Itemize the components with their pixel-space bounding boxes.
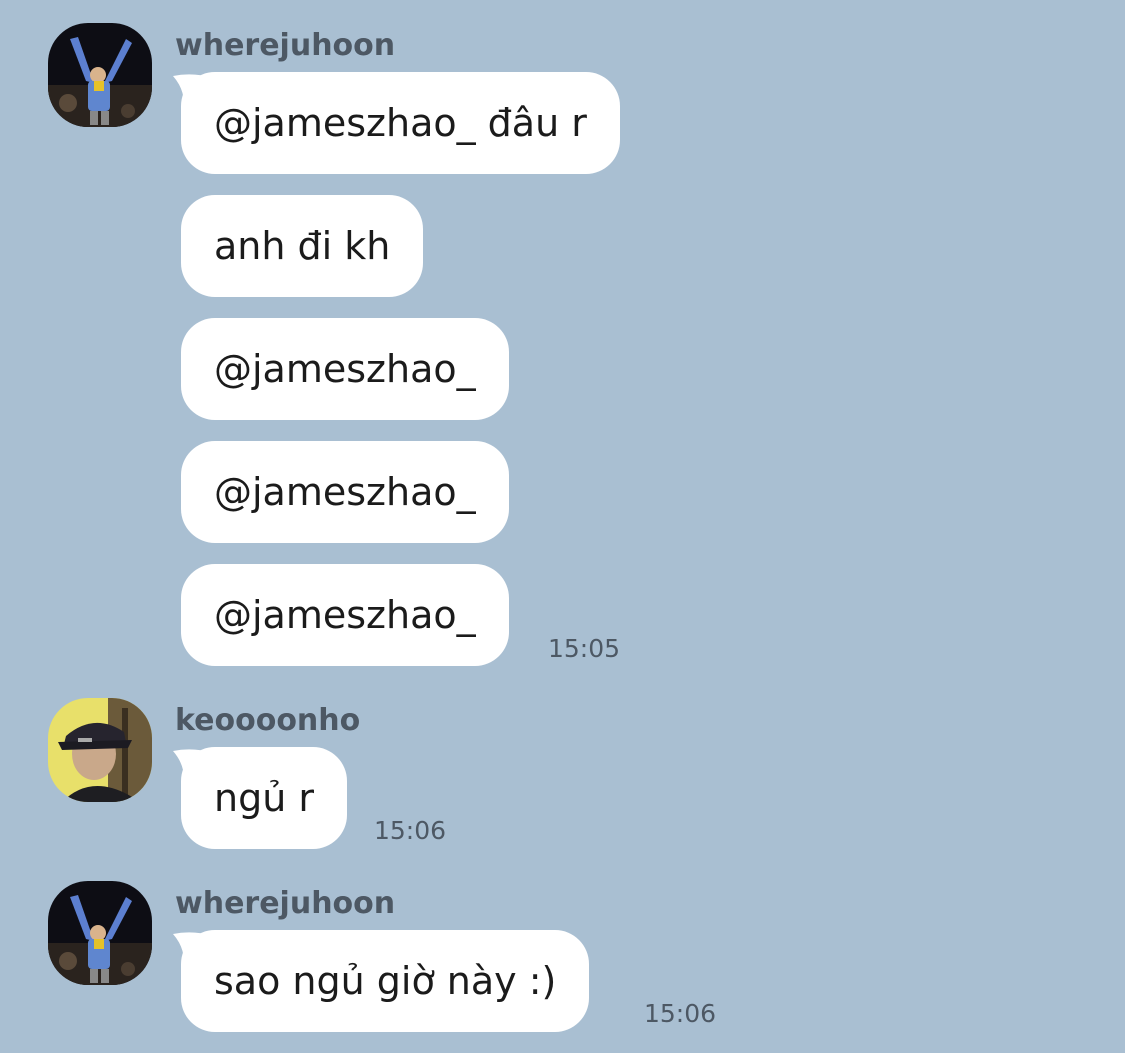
message-text: @jameszhao_ xyxy=(214,470,476,514)
avatar[interactable] xyxy=(48,23,152,127)
bubble-tail-shape xyxy=(173,74,213,112)
sender-name: wherejuhoon xyxy=(175,28,396,63)
bubble-tail-shape xyxy=(173,749,213,787)
message-text: anh đi kh xyxy=(214,224,391,268)
message-text: @jameszhao_ xyxy=(214,347,476,391)
message-text: sao ngủ giờ này :) xyxy=(214,959,557,1003)
message-bubble[interactable]: ngủ r xyxy=(173,747,347,849)
bubble-tail-shape xyxy=(173,932,213,970)
message-bubble[interactable]: @jameszhao_ đâu r xyxy=(173,72,620,174)
message-timestamp: 15:06 xyxy=(374,816,447,845)
message-bubble[interactable]: @jameszhao_ xyxy=(181,318,509,420)
message-bubble[interactable]: anh đi kh xyxy=(181,195,424,297)
avatar[interactable] xyxy=(48,881,152,985)
message-timestamp: 15:05 xyxy=(548,634,621,663)
chat-thread: wherejuhoon @jameszhao_ đâu r anh đi kh … xyxy=(0,0,1125,1053)
message-text: @jameszhao_ xyxy=(214,593,476,637)
message-bubble[interactable]: @jameszhao_ xyxy=(181,441,509,543)
message-text: @jameszhao_ đâu r xyxy=(214,101,587,145)
message-timestamp: 15:06 xyxy=(644,999,717,1028)
sender-name: wherejuhoon xyxy=(175,886,396,921)
message-text: ngủ r xyxy=(214,776,314,820)
wherejuhoon-avatar-image xyxy=(48,881,152,985)
message-bubble[interactable]: @jameszhao_ xyxy=(181,564,509,666)
keoooonho-avatar-image xyxy=(48,698,152,802)
wherejuhoon-avatar-image xyxy=(48,23,152,127)
sender-name: keoooonho xyxy=(175,703,361,738)
avatar[interactable] xyxy=(48,698,152,802)
message-bubble[interactable]: sao ngủ giờ này :) xyxy=(173,930,590,1032)
